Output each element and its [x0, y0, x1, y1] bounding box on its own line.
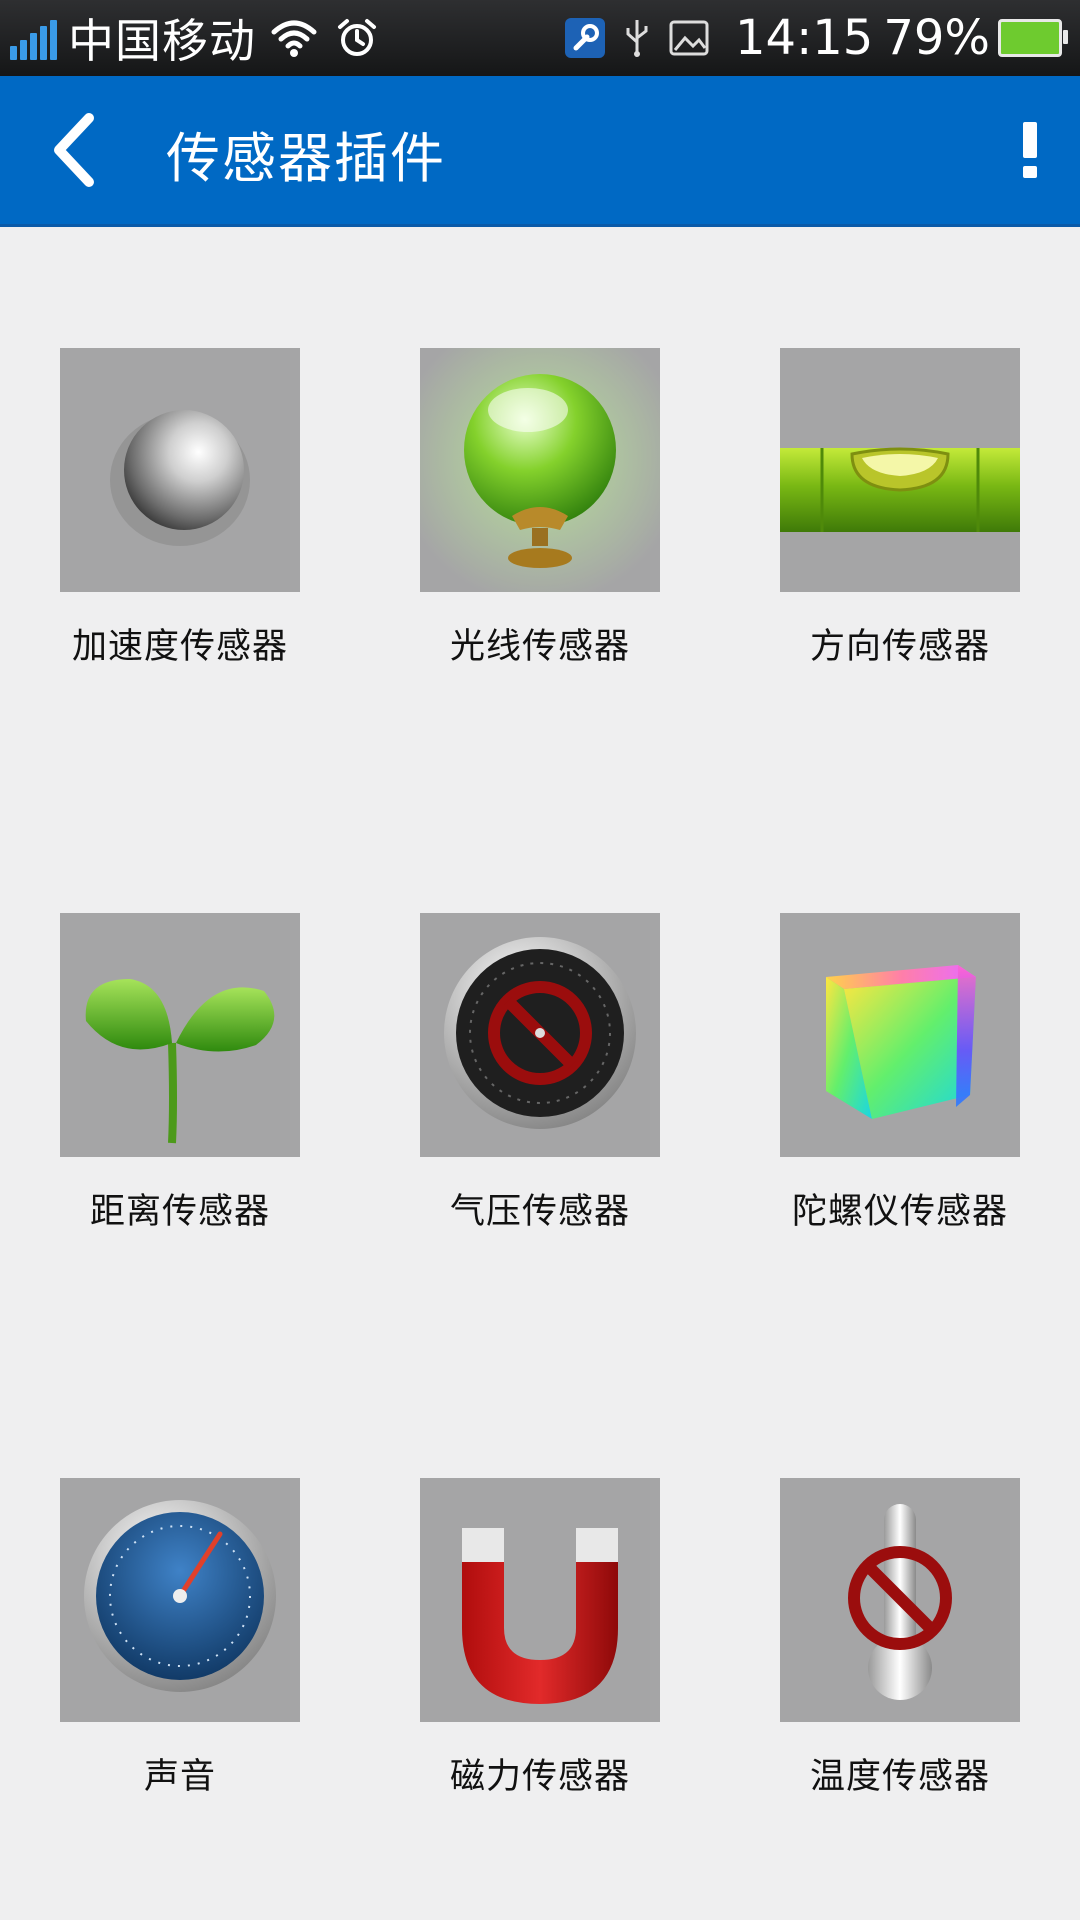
- info-button[interactable]: [990, 110, 1070, 190]
- sensor-tile-light[interactable]: 光线传感器: [420, 348, 660, 667]
- image-icon: [669, 18, 709, 58]
- battery-icon: [998, 19, 1068, 57]
- sensor-label: 距离传感器: [89, 1192, 270, 1232]
- status-time: 14:15: [734, 10, 874, 66]
- sensor-label: 加速度传感器: [71, 627, 288, 667]
- usb-icon: [623, 18, 651, 58]
- sensor-label: 声音: [143, 1757, 216, 1797]
- sensor-tile-temperature[interactable]: 温度传感器: [780, 1478, 1020, 1797]
- speedometer-icon: [60, 1478, 300, 1722]
- info-icon: [1023, 122, 1037, 178]
- sensor-tile-accelerometer[interactable]: 加速度传感器: [60, 348, 300, 667]
- back-button[interactable]: [34, 110, 114, 190]
- sensor-tile-magnetic[interactable]: 磁力传感器: [420, 1478, 660, 1797]
- app-bar: 传感器插件: [0, 76, 1080, 227]
- battery-percent: 79%: [883, 10, 990, 66]
- sensor-tile-orientation[interactable]: 方向传感器: [780, 348, 1020, 667]
- magnet-icon: [420, 1478, 660, 1722]
- status-bar: 中国移动 14:15 79%: [0, 0, 1080, 76]
- sensor-tile-pressure[interactable]: 气压传感器: [420, 913, 660, 1232]
- sensor-tile-gyroscope[interactable]: 陀螺仪传感器: [780, 913, 1020, 1232]
- sensor-label: 方向传感器: [809, 627, 990, 667]
- sensor-label: 陀螺仪传感器: [791, 1192, 1008, 1232]
- sensor-label: 光线传感器: [449, 627, 630, 667]
- sensor-label: 温度传感器: [809, 1757, 990, 1797]
- alarm-icon: [336, 17, 378, 59]
- sensor-label: 气压传感器: [449, 1192, 630, 1232]
- metal-ball-icon: [60, 348, 300, 592]
- crystal-ball-icon: [420, 348, 660, 592]
- spirit-level-icon: [780, 348, 1020, 592]
- back-icon: [54, 113, 94, 187]
- sensor-tile-proximity[interactable]: 距离传感器: [60, 913, 300, 1232]
- sensor-label: 磁力传感器: [449, 1757, 630, 1797]
- page-title: 传感器插件: [166, 127, 446, 190]
- signal-icon: [10, 16, 60, 60]
- wifi-icon: [270, 18, 318, 58]
- thermometer-disabled-icon: [780, 1478, 1020, 1722]
- color-cube-icon: [780, 913, 1020, 1157]
- barometer-disabled-icon: [420, 913, 660, 1157]
- wrench-icon: [564, 18, 605, 58]
- carrier-name: 中国移动: [68, 14, 256, 68]
- sprout-icon: [60, 913, 300, 1157]
- sensor-tile-sound[interactable]: 声音: [60, 1478, 300, 1797]
